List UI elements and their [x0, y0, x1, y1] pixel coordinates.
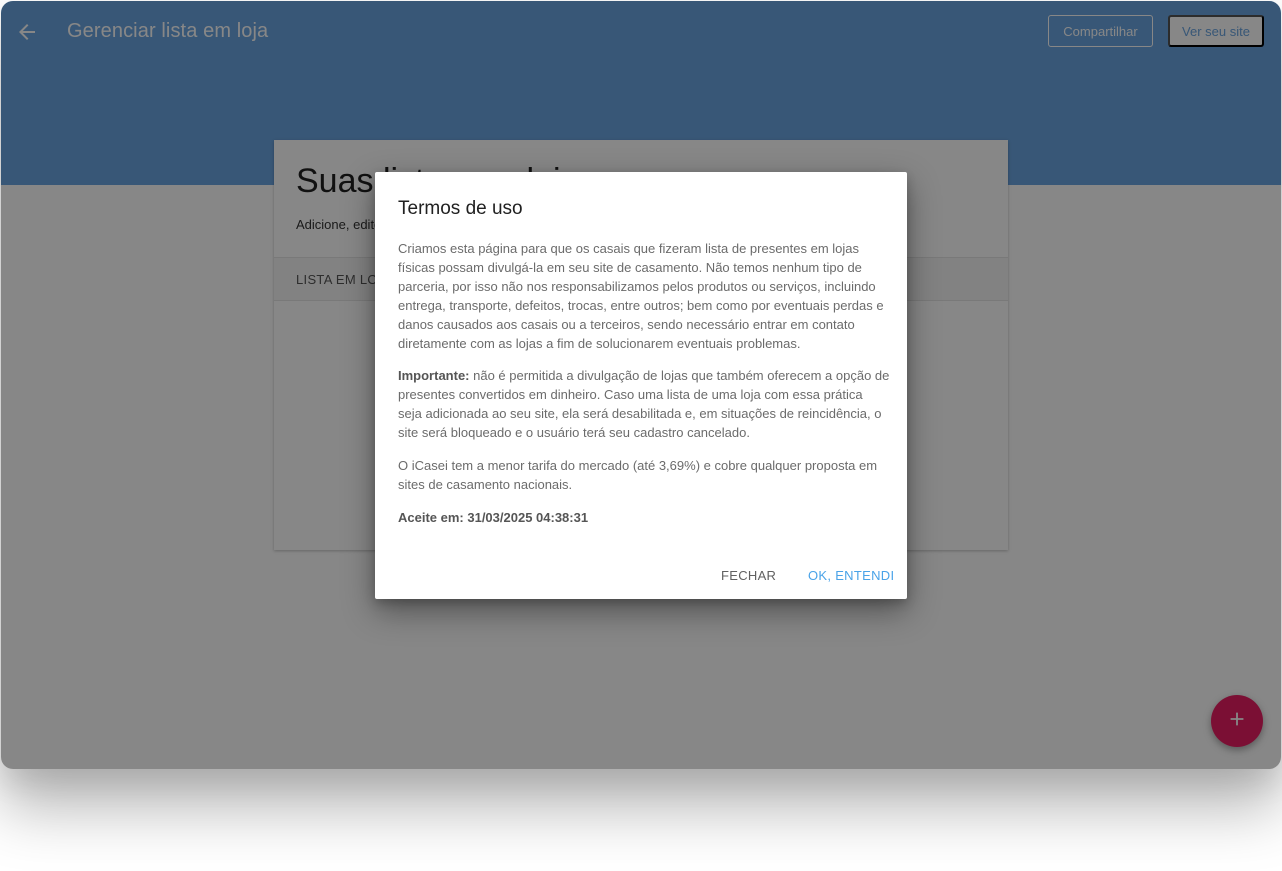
dialog-body: Criamos esta página para que os casais q… — [398, 240, 890, 542]
important-paragraph: Importante: não é permitida a divulgação… — [398, 367, 890, 443]
terms-paragraph: Criamos esta página para que os casais q… — [398, 241, 884, 351]
dialog-title: Termos de uso — [398, 198, 523, 219]
app-window: Gerenciar lista em loja Compartilhar Ver… — [1, 1, 1281, 769]
ok-understood-button[interactable]: OK, ENTENDI — [802, 561, 900, 589]
accepted-timestamp: Aceite em: 31/03/2025 04:38:31 — [398, 509, 589, 525]
important-text: não é permitida a divulgação de lojas qu… — [398, 368, 890, 441]
terms-dialog: Termos de uso Criamos esta página para q… — [375, 172, 907, 599]
important-label: Importante: — [398, 368, 470, 384]
fee-paragraph: O iCasei tem a menor tarifa do mercado (… — [398, 458, 878, 492]
close-button[interactable]: FECHAR — [715, 561, 782, 589]
